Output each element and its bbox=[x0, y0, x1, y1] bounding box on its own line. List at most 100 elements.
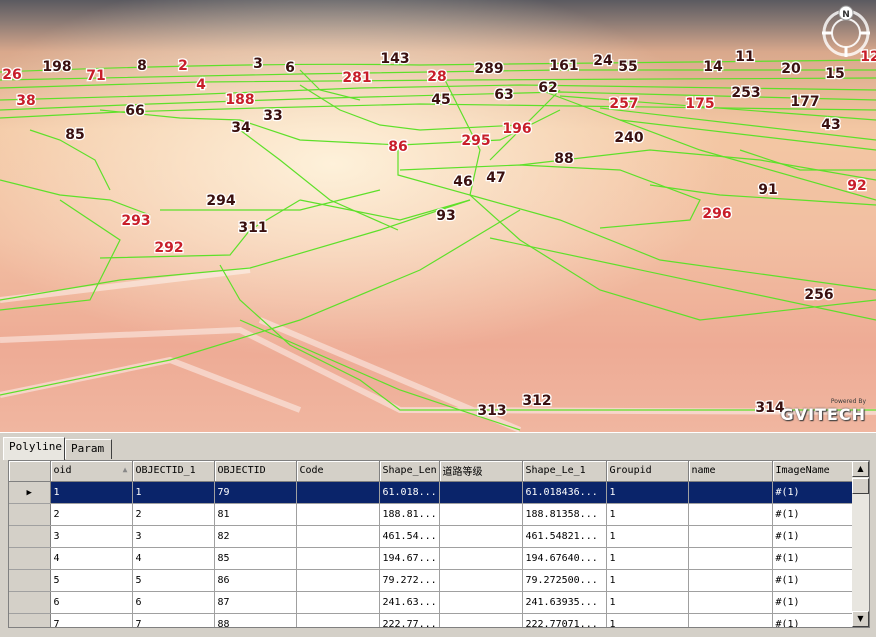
cell-road-grade[interactable] bbox=[439, 569, 523, 592]
cell-objectid[interactable]: 79 bbox=[214, 481, 297, 504]
cell-objectid-1[interactable]: 3 bbox=[132, 525, 215, 548]
cell-shape-le-1[interactable]: 241.63935... bbox=[522, 591, 607, 614]
row-selector[interactable] bbox=[9, 591, 51, 614]
column-header-objectid-1[interactable]: OBJECTID_1 bbox=[132, 461, 215, 482]
cell-oid[interactable]: 7 bbox=[50, 613, 133, 627]
cell-imagename[interactable]: #(1) bbox=[772, 591, 856, 614]
cell-code[interactable] bbox=[296, 613, 380, 627]
cell-groupid[interactable]: 1 bbox=[606, 591, 689, 614]
cell-imagename[interactable]: #(1) bbox=[772, 525, 856, 548]
cell-shape-len[interactable]: 79.272... bbox=[379, 569, 440, 592]
cell-objectid[interactable]: 86 bbox=[214, 569, 297, 592]
cell-groupid[interactable]: 1 bbox=[606, 547, 689, 570]
cell-road-grade[interactable] bbox=[439, 481, 523, 504]
column-header-groupid[interactable]: Groupid bbox=[606, 461, 689, 482]
cell-objectid-1[interactable]: 5 bbox=[132, 569, 215, 592]
column-header-road-grade[interactable]: 道路等级 bbox=[439, 461, 523, 482]
map-canvas[interactable]: 26 198 71 8 2 3 6 4 143 281 28 289 161 24 55 14 11 20 15 12… bbox=[0, 0, 876, 432]
table-row[interactable]: 4 4 85 194.67... 194.67640... 1 #(1) bbox=[9, 547, 856, 570]
cell-oid[interactable]: 1 bbox=[50, 481, 133, 504]
cell-objectid[interactable]: 88 bbox=[214, 613, 297, 627]
row-selector[interactable]: ▶ bbox=[9, 481, 51, 504]
cell-shape-le-1[interactable]: 61.018436... bbox=[522, 481, 607, 504]
cell-name[interactable] bbox=[688, 525, 773, 548]
cell-imagename[interactable]: #(1) bbox=[772, 613, 856, 627]
cell-road-grade[interactable] bbox=[439, 613, 523, 627]
cell-imagename[interactable]: #(1) bbox=[772, 481, 856, 504]
cell-objectid[interactable]: 87 bbox=[214, 591, 297, 614]
cell-shape-le-1[interactable]: 461.54821... bbox=[522, 525, 607, 548]
cell-groupid[interactable]: 1 bbox=[606, 613, 689, 627]
cell-name[interactable] bbox=[688, 481, 773, 504]
cell-imagename[interactable]: #(1) bbox=[772, 569, 856, 592]
cell-oid[interactable]: 2 bbox=[50, 503, 133, 526]
column-header-code[interactable]: Code bbox=[296, 461, 380, 482]
column-header-imagename[interactable]: ImageName bbox=[772, 461, 856, 482]
cell-road-grade[interactable] bbox=[439, 525, 523, 548]
table-row[interactable]: 7 7 88 222.77... 222.77071... 1 #(1) bbox=[9, 613, 856, 627]
cell-objectid[interactable]: 85 bbox=[214, 547, 297, 570]
scroll-up-icon[interactable]: ▲ bbox=[852, 461, 869, 477]
cell-road-grade[interactable] bbox=[439, 547, 523, 570]
tab-polyline[interactable]: Polyline bbox=[3, 437, 65, 460]
cell-shape-le-1[interactable]: 188.81358... bbox=[522, 503, 607, 526]
cell-code[interactable] bbox=[296, 569, 380, 592]
map-3d-view[interactable]: 26 198 71 8 2 3 6 4 143 281 28 289 161 24 55 14 11 20 15 12… bbox=[0, 0, 876, 432]
cell-road-grade[interactable] bbox=[439, 591, 523, 614]
cell-shape-len[interactable]: 61.018... bbox=[379, 481, 440, 504]
cell-shape-len[interactable]: 461.54... bbox=[379, 525, 440, 548]
row-selector[interactable] bbox=[9, 613, 51, 627]
cell-code[interactable] bbox=[296, 503, 380, 526]
table-row[interactable]: 3 3 82 461.54... 461.54821... 1 #(1) bbox=[9, 525, 856, 548]
cell-shape-len[interactable]: 222.77... bbox=[379, 613, 440, 627]
table-row[interactable]: ▶ 1 1 79 61.018... 61.018436... 1 #(1) bbox=[9, 481, 856, 504]
cell-shape-le-1[interactable]: 222.77071... bbox=[522, 613, 607, 627]
column-header-shape-len[interactable]: Shape_Len bbox=[379, 461, 440, 482]
cell-shape-le-1[interactable]: 79.272500... bbox=[522, 569, 607, 592]
column-header-oid[interactable]: oid ▲ bbox=[50, 461, 133, 482]
cell-imagename[interactable]: #(1) bbox=[772, 547, 856, 570]
cell-road-grade[interactable] bbox=[439, 503, 523, 526]
cell-oid[interactable]: 4 bbox=[50, 547, 133, 570]
cell-code[interactable] bbox=[296, 481, 380, 504]
cell-oid[interactable]: 6 bbox=[50, 591, 133, 614]
vertical-scrollbar[interactable]: ▲ ▼ bbox=[852, 461, 869, 627]
cell-code[interactable] bbox=[296, 591, 380, 614]
cell-groupid[interactable]: 1 bbox=[606, 481, 689, 504]
cell-name[interactable] bbox=[688, 569, 773, 592]
cell-name[interactable] bbox=[688, 503, 773, 526]
cell-groupid[interactable]: 1 bbox=[606, 569, 689, 592]
cell-shape-len[interactable]: 188.81... bbox=[379, 503, 440, 526]
tab-param[interactable]: Param bbox=[65, 439, 112, 459]
cell-shape-le-1[interactable]: 194.67640... bbox=[522, 547, 607, 570]
cell-shape-len[interactable]: 241.63... bbox=[379, 591, 440, 614]
cell-name[interactable] bbox=[688, 547, 773, 570]
cell-name[interactable] bbox=[688, 613, 773, 627]
cell-objectid-1[interactable]: 2 bbox=[132, 503, 215, 526]
cell-imagename[interactable]: #(1) bbox=[772, 503, 856, 526]
column-header-shape-le-1[interactable]: Shape_Le_1 bbox=[522, 461, 607, 482]
cell-groupid[interactable]: 1 bbox=[606, 503, 689, 526]
cell-oid[interactable]: 3 bbox=[50, 525, 133, 548]
row-selector-header[interactable] bbox=[9, 461, 51, 482]
row-selector[interactable] bbox=[9, 525, 51, 548]
scroll-down-icon[interactable]: ▼ bbox=[852, 611, 869, 627]
cell-code[interactable] bbox=[296, 525, 380, 548]
cell-objectid-1[interactable]: 7 bbox=[132, 613, 215, 627]
cell-code[interactable] bbox=[296, 547, 380, 570]
cell-objectid[interactable]: 82 bbox=[214, 525, 297, 548]
row-selector[interactable] bbox=[9, 569, 51, 592]
table-row[interactable]: 5 5 86 79.272... 79.272500... 1 #(1) bbox=[9, 569, 856, 592]
attribute-table[interactable]: oid ▲ OBJECTID_1 OBJECTID Code Shape_Len … bbox=[8, 460, 870, 628]
scroll-thumb[interactable] bbox=[852, 478, 869, 494]
table-row[interactable]: 6 6 87 241.63... 241.63935... 1 #(1) bbox=[9, 591, 856, 614]
row-selector[interactable] bbox=[9, 547, 51, 570]
row-selector[interactable] bbox=[9, 503, 51, 526]
cell-objectid-1[interactable]: 1 bbox=[132, 481, 215, 504]
cell-oid[interactable]: 5 bbox=[50, 569, 133, 592]
column-header-name[interactable]: name bbox=[688, 461, 773, 482]
cell-objectid-1[interactable]: 4 bbox=[132, 547, 215, 570]
cell-shape-len[interactable]: 194.67... bbox=[379, 547, 440, 570]
cell-objectid[interactable]: 81 bbox=[214, 503, 297, 526]
table-row[interactable]: 2 2 81 188.81... 188.81358... 1 #(1) bbox=[9, 503, 856, 526]
